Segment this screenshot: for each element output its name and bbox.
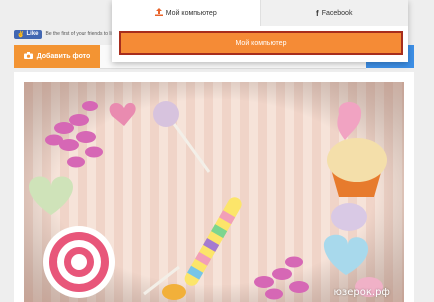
add-photo-button[interactable]: Добавить фото bbox=[14, 45, 100, 68]
photo-frame: юзерок.рф bbox=[14, 72, 414, 302]
facebook-icon: f bbox=[316, 8, 319, 18]
camera-icon bbox=[23, 52, 33, 61]
facebook-like-button[interactable]: ✌ Like bbox=[14, 29, 42, 39]
upload-source-tabs: Мой компьютер f Facebook bbox=[112, 0, 408, 26]
thumbs-up-icon: ✌ bbox=[17, 31, 25, 38]
tab-my-computer[interactable]: Мой компьютер bbox=[112, 0, 260, 26]
watermark-text: юзерок.рф bbox=[333, 287, 390, 298]
tab-my-computer-label: Мой компьютер bbox=[165, 9, 217, 17]
upload-icon bbox=[154, 8, 163, 18]
upload-source-panel: Мой компьютер f Facebook Мой компьютер bbox=[112, 0, 408, 62]
tab-facebook[interactable]: f Facebook bbox=[259, 0, 408, 26]
facebook-like-label: Like bbox=[26, 31, 39, 37]
facebook-like-bar: ✌ Like Be the first of your friends to l… bbox=[14, 28, 127, 40]
add-photo-label: Добавить фото bbox=[36, 53, 91, 60]
tab-facebook-label: Facebook bbox=[321, 9, 353, 17]
upload-from-computer-button[interactable]: Мой компьютер bbox=[119, 31, 403, 55]
candy-photo: юзерок.рф bbox=[24, 82, 404, 302]
